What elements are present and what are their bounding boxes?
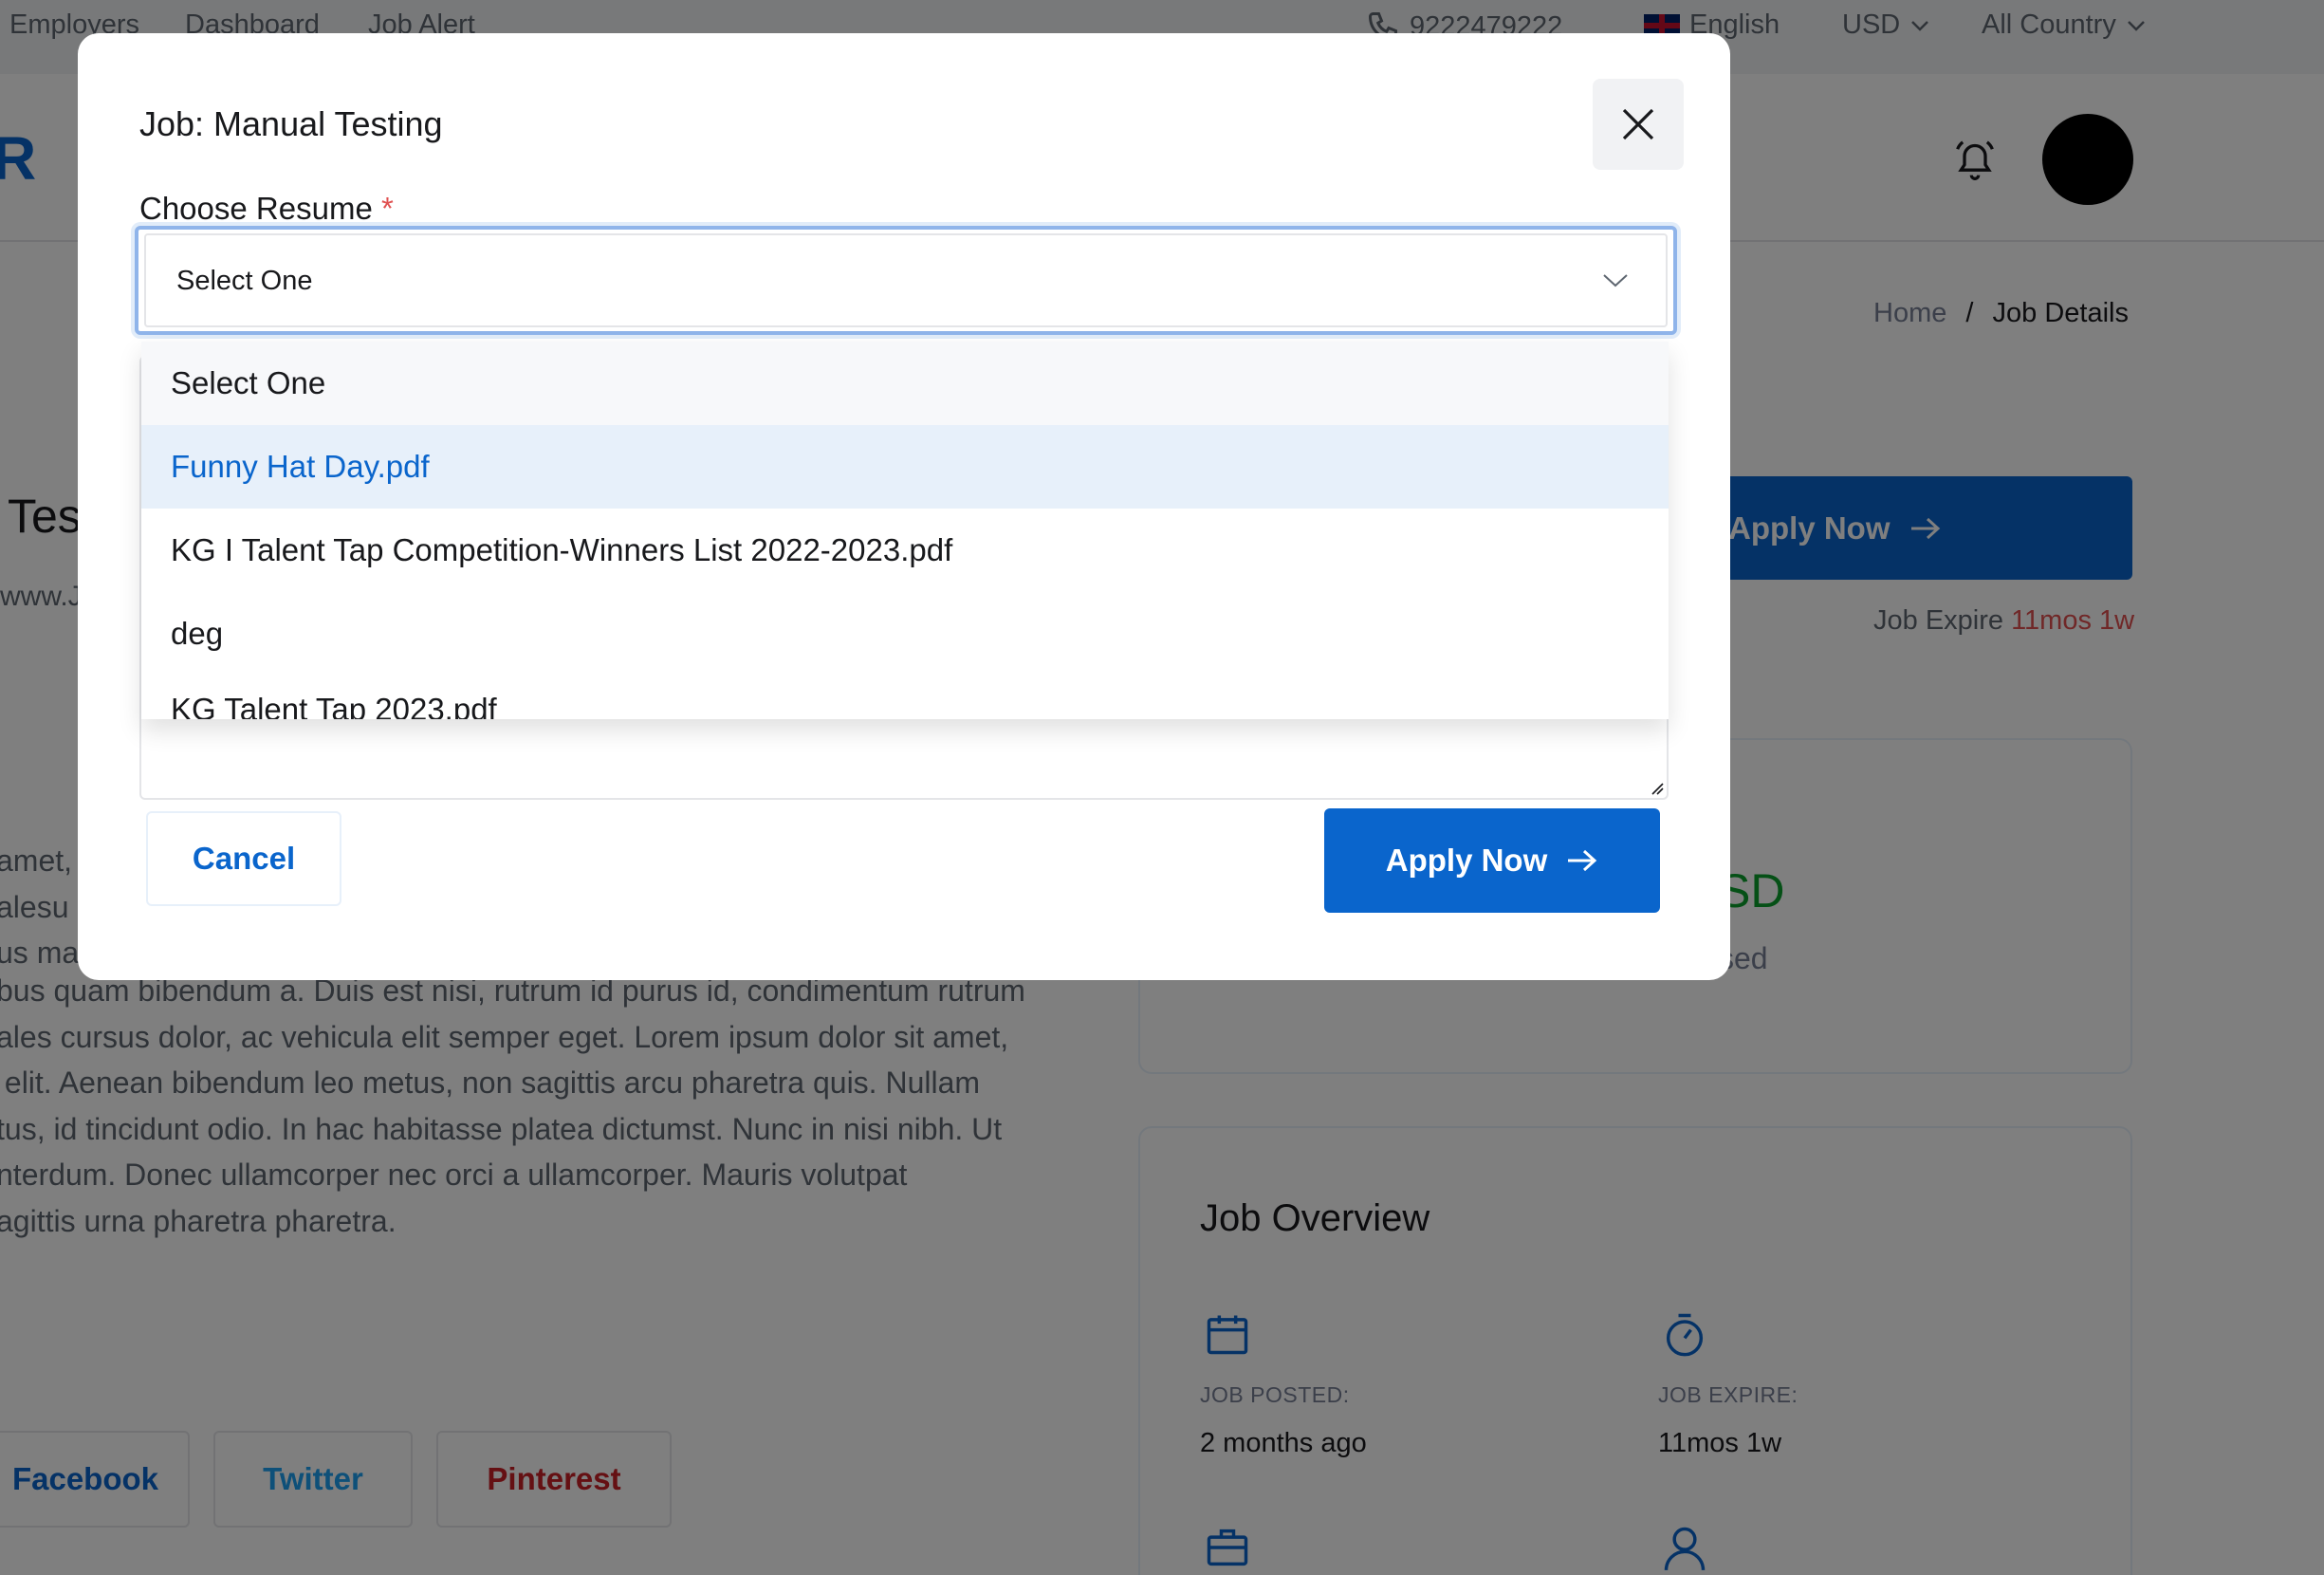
dropdown-option[interactable]: deg <box>141 592 1669 676</box>
arrow-right-icon <box>1568 849 1597 872</box>
close-icon <box>1622 108 1654 140</box>
dropdown-option[interactable]: Select One <box>141 342 1669 425</box>
resize-handle-icon[interactable] <box>1651 782 1664 795</box>
choose-resume-label-text: Choose Resume <box>139 191 373 226</box>
dropdown-option-highlighted[interactable]: Funny Hat Day.pdf <box>141 425 1669 509</box>
resume-select-inner: Select One <box>144 233 1668 327</box>
choose-resume-label: Choose Resume * <box>139 191 394 227</box>
required-mark: * <box>380 191 394 226</box>
modal-title: Job: Manual Testing <box>139 104 443 143</box>
dropdown-options: Select One Funny Hat Day.pdf KG I Talent… <box>141 342 1669 719</box>
resume-select-value: Select One <box>176 266 313 296</box>
resume-dropdown-list: Select One Funny Hat Day.pdf KG I Talent… <box>141 342 1669 719</box>
cancel-button[interactable]: Cancel <box>146 811 341 906</box>
apply-job-modal: Job: Manual Testing Choose Resume * Sele… <box>78 33 1730 980</box>
close-button[interactable] <box>1593 79 1684 170</box>
resume-select[interactable]: Select One <box>135 226 1677 335</box>
dropdown-option[interactable]: KG Talent Tap 2023.pdf <box>141 676 1669 719</box>
modal-apply-now-label: Apply Now <box>1385 843 1548 878</box>
chevron-down-icon <box>1603 274 1628 287</box>
modal-apply-now-button[interactable]: Apply Now <box>1324 808 1660 913</box>
dropdown-option[interactable]: KG I Talent Tap Competition-Winners List… <box>141 509 1669 592</box>
